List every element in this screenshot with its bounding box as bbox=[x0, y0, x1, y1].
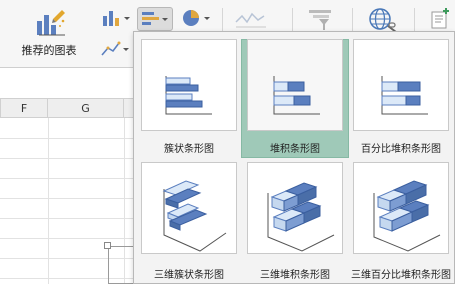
pie-chart-button[interactable] bbox=[180, 7, 212, 31]
grid-row-line bbox=[0, 238, 140, 239]
grid-row-line bbox=[0, 198, 140, 199]
grid-row-line bbox=[0, 218, 140, 219]
column-header-g[interactable]: G bbox=[48, 98, 124, 118]
option-3d-stacked-bar[interactable] bbox=[247, 162, 343, 254]
textbox-icon bbox=[431, 8, 449, 29]
sparkline-button[interactable] bbox=[232, 8, 274, 32]
clustered-bar-thumbnail bbox=[165, 76, 212, 115]
option-3d-clustered-bar[interactable] bbox=[141, 162, 237, 254]
sparkline-icon bbox=[235, 12, 266, 28]
bar-chart-gallery: 簇状条形图 堆积条形图 百分比堆积条形图 三维簇状条形图 三维堆积条形图 三维百… bbox=[133, 31, 455, 284]
option-stacked-bar-label: 堆积条形图 bbox=[270, 144, 320, 155]
recommended-charts-icon bbox=[37, 10, 65, 36]
column-header-f[interactable]: F bbox=[0, 98, 48, 118]
option-3d-percent-stacked-bar[interactable] bbox=[353, 162, 449, 254]
option-clustered-bar-label: 簇状条形图 bbox=[164, 144, 214, 155]
option-3d-stacked-bar-label: 三维堆积条形图 bbox=[260, 270, 330, 281]
recommended-charts-label: 推荐的图表 bbox=[21, 44, 77, 57]
percent-stacked-bar-thumbnail bbox=[381, 76, 428, 115]
globe-link-icon bbox=[369, 8, 397, 33]
bar-chart-icon bbox=[142, 12, 168, 25]
option-stacked-bar[interactable] bbox=[247, 39, 343, 131]
option-percent-stacked-bar[interactable] bbox=[353, 39, 449, 131]
3d-clustered-bar-thumbnail bbox=[162, 180, 227, 252]
option-clustered-bar[interactable] bbox=[141, 39, 237, 131]
line-chart-button[interactable] bbox=[99, 38, 131, 62]
option-3d-percent-stacked-bar-label: 三维百分比堆积条形图 bbox=[351, 270, 451, 281]
column-chart-icon bbox=[103, 11, 130, 26]
option-3d-clustered-bar-label: 三维簇状条形图 bbox=[154, 270, 224, 281]
option-percent-stacked-bar-label: 百分比堆积条形图 bbox=[361, 144, 441, 155]
3d-stacked-bar-thumbnail bbox=[267, 182, 335, 252]
recommended-charts-button[interactable]: 推荐的图表 bbox=[14, 4, 84, 66]
pie-chart-icon bbox=[183, 10, 210, 26]
grid-row-line bbox=[0, 158, 140, 159]
hyperlink-button[interactable] bbox=[366, 6, 400, 33]
resize-handle[interactable] bbox=[104, 242, 111, 249]
textbox-button[interactable] bbox=[428, 6, 454, 30]
line-chart-icon bbox=[101, 41, 129, 56]
grid-row-line bbox=[0, 138, 140, 139]
slicer-button[interactable] bbox=[305, 6, 339, 30]
worksheet-grid[interactable]: F G bbox=[0, 68, 140, 284]
stacked-bar-thumbnail bbox=[273, 76, 320, 115]
bar-chart-button[interactable] bbox=[137, 7, 173, 31]
grid-column-line bbox=[48, 118, 49, 284]
3d-percent-stacked-bar-thumbnail bbox=[373, 180, 441, 252]
column-chart-button[interactable] bbox=[99, 7, 131, 31]
grid-row-line bbox=[0, 178, 140, 179]
slicer-icon bbox=[309, 10, 331, 30]
